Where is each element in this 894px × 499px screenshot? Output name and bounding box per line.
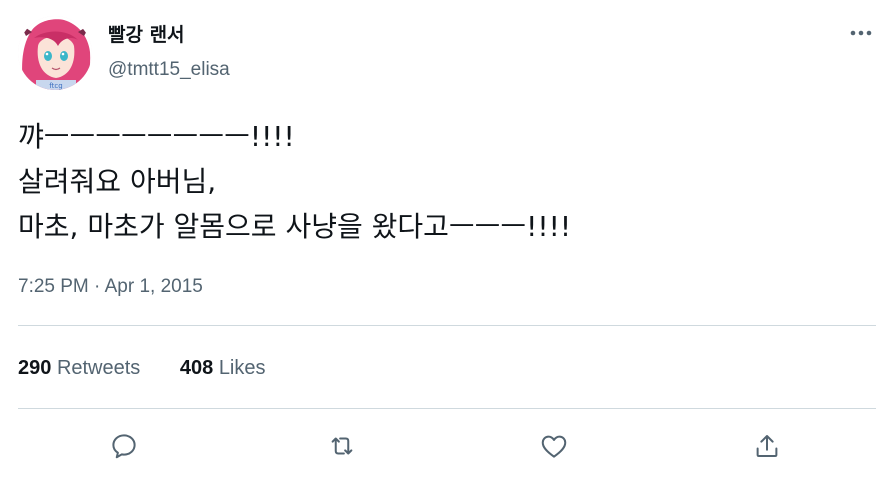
avatar-image: ftcg xyxy=(18,16,92,90)
likes-label: Likes xyxy=(218,357,266,379)
tweet-line: 마초, 마초가 알몸으로 사냥을 왔다고ㅡㅡㅡ!!!! xyxy=(18,210,572,243)
like-icon xyxy=(541,435,567,458)
share-icon xyxy=(756,435,778,457)
retweets-label: Retweets xyxy=(56,357,141,379)
meta-separator: · xyxy=(94,276,101,297)
tweet-time: 7:25 PM xyxy=(18,276,89,297)
more-options-button[interactable] xyxy=(846,22,876,44)
share-button[interactable] xyxy=(745,424,789,468)
like-button[interactable] xyxy=(532,424,576,468)
divider-top xyxy=(18,325,876,326)
tweet-date: Apr 1, 2015 xyxy=(104,276,203,297)
reply-button[interactable] xyxy=(102,424,146,468)
divider-bottom xyxy=(18,408,876,409)
tweet-line: 꺄ㅡㅡㅡㅡㅡㅡㅡㅡ!!!! xyxy=(18,120,295,153)
more-dots-icon xyxy=(850,30,872,36)
tweet-timestamp[interactable]: 7:25 PM · Apr 1, 2015 xyxy=(18,274,203,300)
user-handle[interactable]: @tmtt15_elisa xyxy=(108,58,230,82)
tweet-text: 꺄ㅡㅡㅡㅡㅡㅡㅡㅡ!!!! 살려줘요 아버님, 마초, 마초가 알몸으로 사냥을… xyxy=(18,114,878,249)
reply-icon xyxy=(112,434,136,459)
engagement-stats: 290 Retweets 408 Likes xyxy=(18,354,266,382)
retweets-stat[interactable]: 290 Retweets xyxy=(18,354,140,382)
display-name[interactable]: 빨강 랜서 xyxy=(108,22,230,48)
retweets-count: 290 xyxy=(18,357,52,379)
retweet-button[interactable] xyxy=(320,424,364,468)
retweet-icon xyxy=(331,437,353,455)
tweet-card: ftcg 빨강 랜서 @tmtt15_elisa 꺄ㅡㅡㅡㅡㅡㅡㅡㅡ!!!! 살… xyxy=(0,0,894,499)
action-bar xyxy=(0,424,894,468)
avatar[interactable]: ftcg xyxy=(18,16,92,90)
likes-count: 408 xyxy=(179,357,214,379)
avatar-caption: ftcg xyxy=(49,82,62,90)
tweet-line: 살려줘요 아버님, xyxy=(18,165,217,198)
author-info: 빨강 랜서 @tmtt15_elisa xyxy=(108,22,230,82)
likes-stat[interactable]: 408 Likes xyxy=(180,354,266,382)
